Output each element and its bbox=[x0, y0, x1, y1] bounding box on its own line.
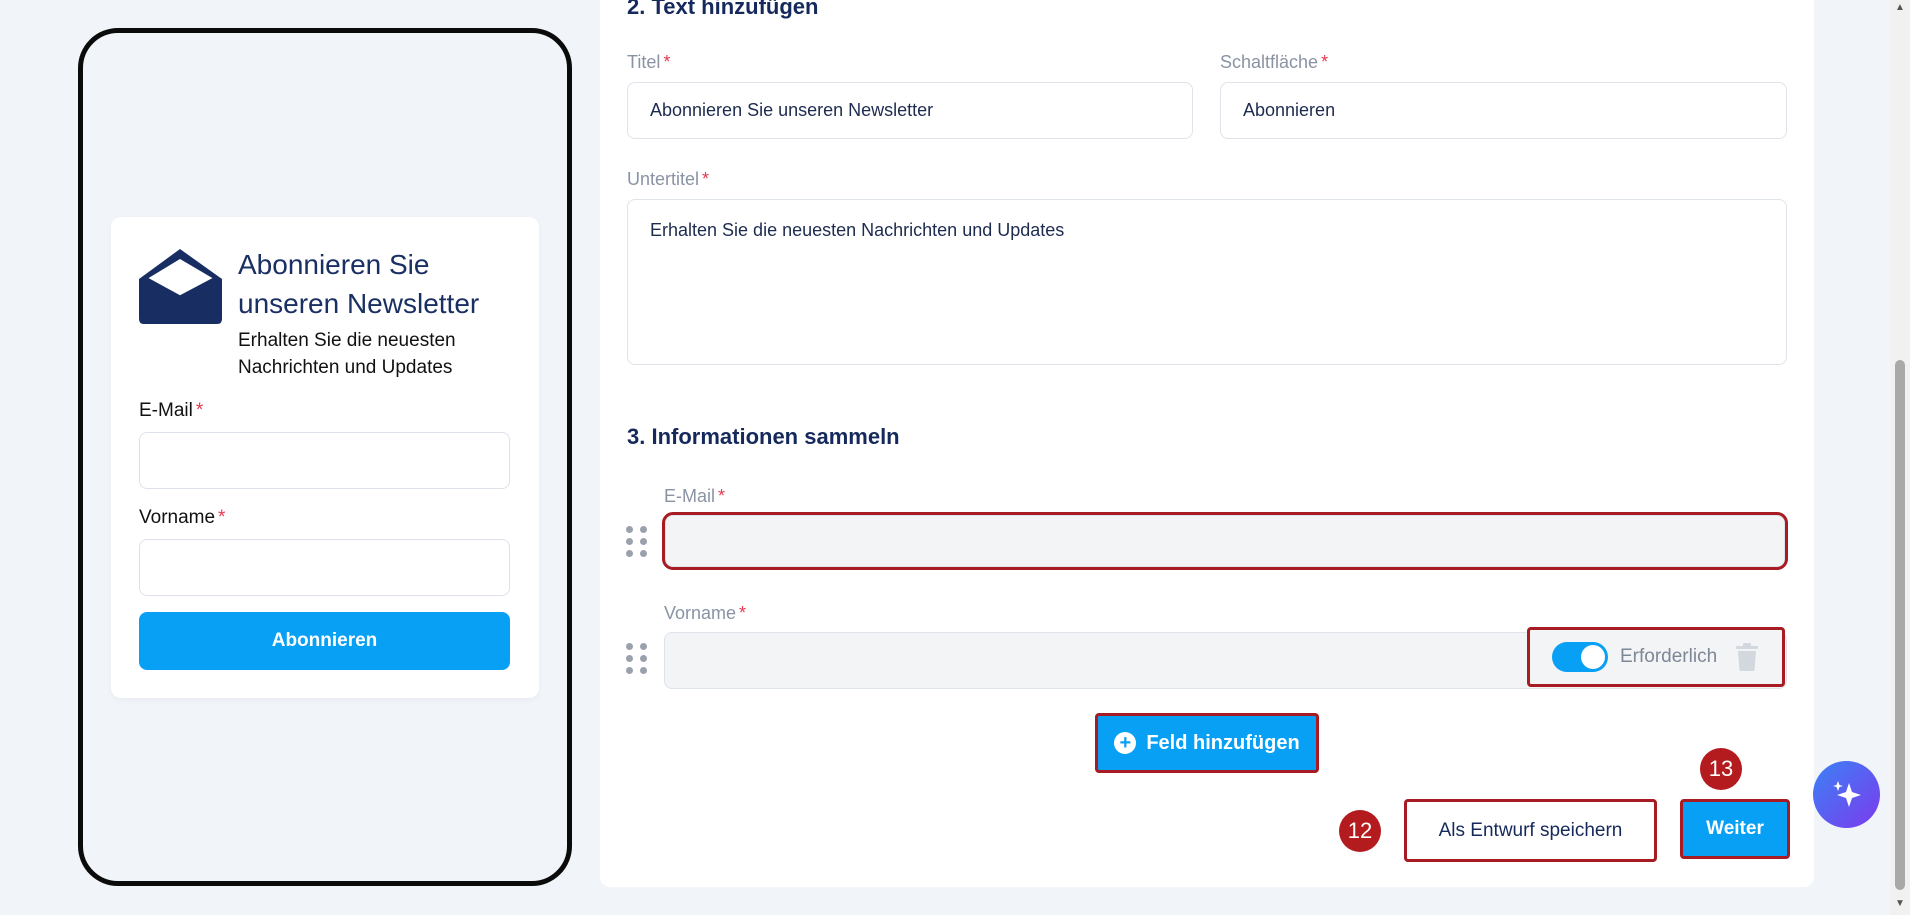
preview-firstname-label: Vorname * bbox=[139, 507, 226, 528]
preview-title: Abonnieren Sie unseren Newsletter bbox=[238, 249, 480, 319]
button-text-label: Schaltfläche * bbox=[1220, 52, 1329, 72]
next-button[interactable]: Weiter bbox=[1680, 799, 1790, 859]
step-badge-draft: 12 bbox=[1339, 810, 1381, 852]
scroll-up-icon[interactable]: ▲ bbox=[1895, 2, 1905, 13]
preview-subscribe-button[interactable]: Abonnieren bbox=[139, 612, 510, 670]
envelope-open-icon bbox=[139, 249, 222, 324]
ai-assistant-button[interactable] bbox=[1813, 761, 1880, 828]
step-badge-next: 13 bbox=[1700, 748, 1742, 790]
field-email-input[interactable] bbox=[662, 512, 1788, 570]
preview-firstname-input[interactable] bbox=[139, 539, 510, 596]
section-collect-title: 3. Informationen sammeln bbox=[627, 424, 900, 449]
drag-handle-icon[interactable] bbox=[626, 526, 648, 562]
drag-handle-icon[interactable] bbox=[626, 643, 648, 679]
scrollbar-thumb[interactable] bbox=[1895, 360, 1905, 890]
preview-email-label: E-Mail * bbox=[139, 400, 204, 421]
button-text-input[interactable]: Abonnieren bbox=[1220, 82, 1787, 139]
field-firstname-label: Vorname * bbox=[664, 603, 747, 623]
trash-icon[interactable] bbox=[1735, 643, 1759, 671]
scroll-down-icon[interactable]: ▼ bbox=[1895, 898, 1905, 909]
preview-email-input[interactable] bbox=[139, 432, 510, 489]
plus-circle-icon: + bbox=[1114, 732, 1137, 754]
required-toggle-label: Erforderlich bbox=[1620, 646, 1718, 667]
add-field-button[interactable]: + Feld hinzufügen bbox=[1095, 713, 1319, 773]
section-text-title: 2. Text hinzufügen bbox=[627, 0, 819, 19]
subtitle-label: Untertitel * bbox=[627, 169, 710, 189]
field-email-label: E-Mail * bbox=[664, 486, 726, 506]
required-toggle[interactable] bbox=[1552, 642, 1608, 672]
title-input[interactable]: Abonnieren Sie unseren Newsletter bbox=[627, 82, 1193, 139]
preview-subtitle: Erhalten Sie die neuesten Nachrichten un… bbox=[238, 330, 456, 378]
page-scrollbar[interactable]: ▲ ▼ bbox=[1890, 0, 1910, 915]
sparkles-icon bbox=[1832, 780, 1861, 807]
required-toggle-group: Erforderlich bbox=[1527, 627, 1785, 687]
save-draft-button[interactable]: Als Entwurf speichern bbox=[1404, 799, 1657, 862]
add-field-label: Feld hinzufügen bbox=[1146, 731, 1300, 754]
title-label: Titel * bbox=[627, 52, 671, 72]
subtitle-textarea[interactable]: Erhalten Sie die neuesten Nachrichten un… bbox=[627, 199, 1787, 365]
